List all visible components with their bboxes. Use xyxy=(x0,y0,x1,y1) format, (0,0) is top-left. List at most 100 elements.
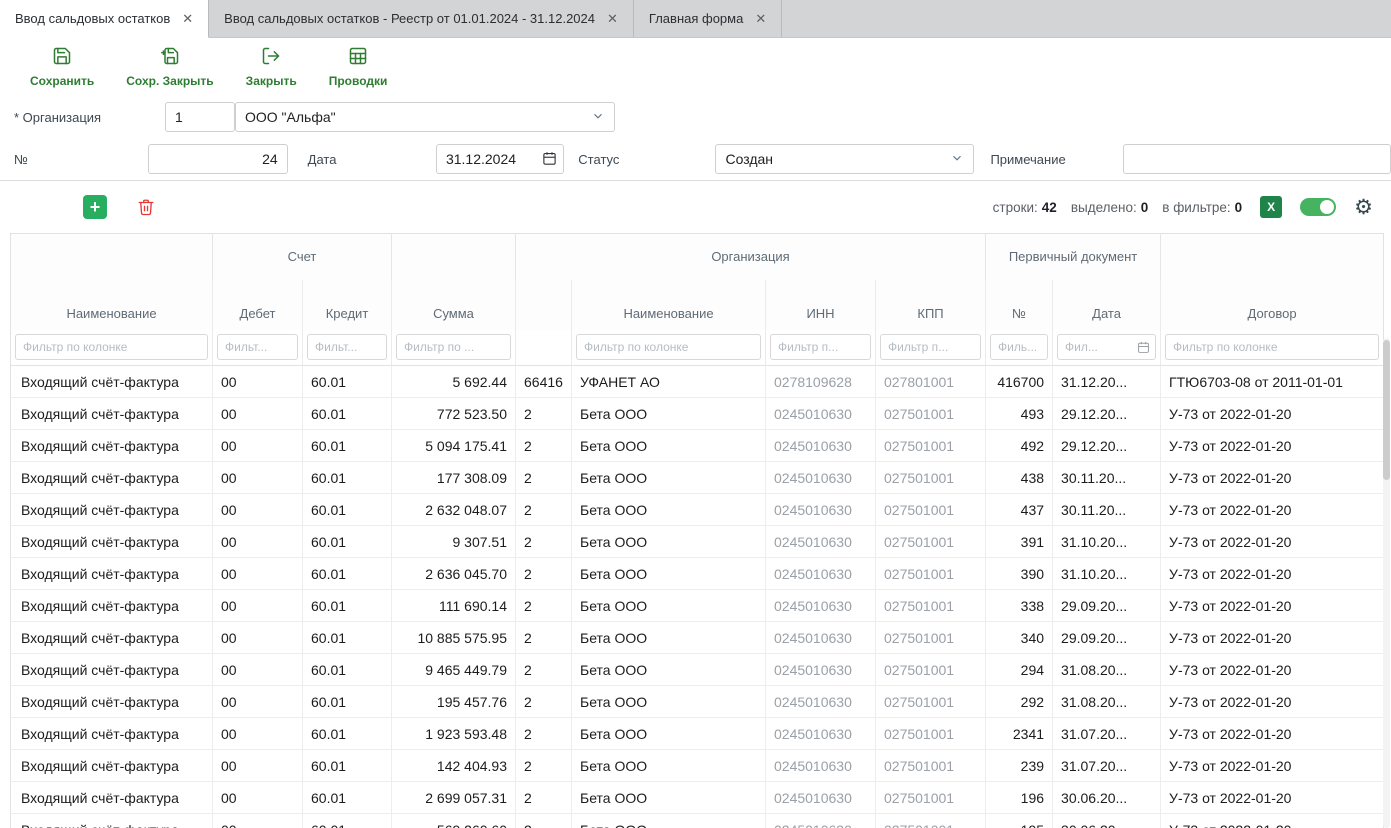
cell-code[interactable]: 2 xyxy=(516,622,572,654)
cell-credit[interactable]: 60.01 xyxy=(303,430,392,462)
cell-amount[interactable]: 142 404.93 xyxy=(392,750,516,782)
cell-code[interactable]: 2 xyxy=(516,558,572,590)
cell-date[interactable]: 29.12.20... xyxy=(1053,398,1161,430)
cell-kpp[interactable]: 027501001 xyxy=(876,462,986,494)
cell-name[interactable]: Входящий счёт-фактура xyxy=(11,782,213,814)
cell-inn[interactable]: 0245010630 xyxy=(766,494,876,526)
cell-debit[interactable]: 00 xyxy=(213,526,303,558)
cell-code[interactable]: 2 xyxy=(516,782,572,814)
cell-kpp[interactable]: 027501001 xyxy=(876,398,986,430)
cell-inn[interactable]: 0245010630 xyxy=(766,814,876,828)
cell-org_name[interactable]: Бета ООО xyxy=(572,814,766,828)
table-row[interactable]: Входящий счёт-фактура0060.015 692.446641… xyxy=(11,366,1384,398)
cell-credit[interactable]: 60.01 xyxy=(303,462,392,494)
cell-name[interactable]: Входящий счёт-фактура xyxy=(11,686,213,718)
delete-row-button[interactable] xyxy=(137,198,155,216)
tab-balance-entry[interactable]: Ввод сальдовых остатков ✕ xyxy=(0,0,209,38)
cell-kpp[interactable]: 027501001 xyxy=(876,430,986,462)
cell-amount[interactable]: 177 308.09 xyxy=(392,462,516,494)
add-row-button[interactable]: + xyxy=(83,195,107,219)
cell-contract[interactable]: У-73 от 2022-01-20 xyxy=(1161,750,1384,782)
cell-num[interactable]: 292 xyxy=(986,686,1053,718)
cell-debit[interactable]: 00 xyxy=(213,782,303,814)
cell-code[interactable]: 2 xyxy=(516,462,572,494)
column-header-code[interactable] xyxy=(516,280,572,330)
column-header-debit[interactable]: Дебет xyxy=(213,280,303,330)
filter-kpp-input[interactable] xyxy=(880,334,981,360)
cell-credit[interactable]: 60.01 xyxy=(303,654,392,686)
cell-org_name[interactable]: Бета ООО xyxy=(572,718,766,750)
cell-debit[interactable]: 00 xyxy=(213,750,303,782)
cell-name[interactable]: Входящий счёт-фактура xyxy=(11,398,213,430)
cell-org_name[interactable]: Бета ООО xyxy=(572,494,766,526)
close-button[interactable]: Закрыть xyxy=(246,46,297,88)
table-row[interactable]: Входящий счёт-фактура0060.01177 308.092Б… xyxy=(11,462,1384,494)
cell-num[interactable]: 390 xyxy=(986,558,1053,590)
cell-debit[interactable]: 00 xyxy=(213,622,303,654)
cell-amount[interactable]: 1 923 593.48 xyxy=(392,718,516,750)
filter-inn-input[interactable] xyxy=(770,334,871,360)
cell-amount[interactable]: 772 523.50 xyxy=(392,398,516,430)
cell-date[interactable]: 31.10.20... xyxy=(1053,558,1161,590)
cell-contract[interactable]: У-73 от 2022-01-20 xyxy=(1161,398,1384,430)
cell-name[interactable]: Входящий счёт-фактура xyxy=(11,590,213,622)
cell-amount[interactable]: 111 690.14 xyxy=(392,590,516,622)
cell-org_name[interactable]: Бета ООО xyxy=(572,462,766,494)
cell-date[interactable]: 29.09.20... xyxy=(1053,590,1161,622)
excel-export-button[interactable]: X xyxy=(1260,196,1282,218)
cell-inn[interactable]: 0278109628 xyxy=(766,366,876,398)
cell-date[interactable]: 30.06.20... xyxy=(1053,782,1161,814)
table-row[interactable]: Входящий счёт-фактура0060.019 465 449.79… xyxy=(11,654,1384,686)
cell-debit[interactable]: 00 xyxy=(213,462,303,494)
cell-num[interactable]: 2341 xyxy=(986,718,1053,750)
filter-toggle[interactable] xyxy=(1300,198,1336,216)
table-row[interactable]: Входящий счёт-фактура0060.01111 690.142Б… xyxy=(11,590,1384,622)
filter-contract-input[interactable] xyxy=(1165,334,1379,360)
column-header-kpp[interactable]: КПП xyxy=(876,280,986,330)
organization-code-input[interactable] xyxy=(165,102,235,132)
cell-code[interactable]: 2 xyxy=(516,654,572,686)
cell-kpp[interactable]: 027501001 xyxy=(876,718,986,750)
cell-num[interactable]: 340 xyxy=(986,622,1053,654)
cell-debit[interactable]: 00 xyxy=(213,686,303,718)
cell-code[interactable]: 2 xyxy=(516,430,572,462)
cell-debit[interactable]: 00 xyxy=(213,814,303,828)
table-row[interactable]: Входящий счёт-фактура0060.01772 523.502Б… xyxy=(11,398,1384,430)
column-header-amount[interactable]: Сумма xyxy=(392,280,516,330)
cell-debit[interactable]: 00 xyxy=(213,494,303,526)
cell-num[interactable]: 492 xyxy=(986,430,1053,462)
cell-amount[interactable]: 9 465 449.79 xyxy=(392,654,516,686)
cell-code[interactable]: 2 xyxy=(516,814,572,828)
cell-date[interactable]: 30.11.20... xyxy=(1053,494,1161,526)
column-header-name[interactable]: Наименование xyxy=(11,280,213,330)
cell-debit[interactable]: 00 xyxy=(213,718,303,750)
cell-org_name[interactable]: Бета ООО xyxy=(572,622,766,654)
cell-kpp[interactable]: 027501001 xyxy=(876,750,986,782)
cell-name[interactable]: Входящий счёт-фактура xyxy=(11,494,213,526)
table-row[interactable]: Входящий счёт-фактура0060.012 636 045.70… xyxy=(11,558,1384,590)
cell-code[interactable]: 2 xyxy=(516,398,572,430)
cell-date[interactable]: 31.12.20... xyxy=(1053,366,1161,398)
cell-num[interactable]: 437 xyxy=(986,494,1053,526)
cell-name[interactable]: Входящий счёт-фактура xyxy=(11,366,213,398)
cell-name[interactable]: Входящий счёт-фактура xyxy=(11,622,213,654)
cell-contract[interactable]: У-73 от 2022-01-20 xyxy=(1161,654,1384,686)
organization-select[interactable]: ООО "Альфа" xyxy=(235,102,615,132)
cell-contract[interactable]: У-73 от 2022-01-20 xyxy=(1161,782,1384,814)
cell-debit[interactable]: 00 xyxy=(213,558,303,590)
cell-num[interactable]: 196 xyxy=(986,782,1053,814)
column-header-num[interactable]: № xyxy=(986,280,1053,330)
cell-inn[interactable]: 0245010630 xyxy=(766,686,876,718)
cell-num[interactable]: 493 xyxy=(986,398,1053,430)
cell-amount[interactable]: 9 307.51 xyxy=(392,526,516,558)
cell-inn[interactable]: 0245010630 xyxy=(766,558,876,590)
tab-registry[interactable]: Ввод сальдовых остатков - Реестр от 01.0… xyxy=(209,0,634,37)
cell-kpp[interactable]: 027501001 xyxy=(876,622,986,654)
cell-date[interactable]: 29.09.20... xyxy=(1053,622,1161,654)
cell-inn[interactable]: 0245010630 xyxy=(766,398,876,430)
cell-date[interactable]: 31.08.20... xyxy=(1053,686,1161,718)
cell-amount[interactable]: 5 692.44 xyxy=(392,366,516,398)
cell-kpp[interactable]: 027501001 xyxy=(876,814,986,828)
cell-debit[interactable]: 00 xyxy=(213,654,303,686)
filter-name-input[interactable] xyxy=(15,334,208,360)
